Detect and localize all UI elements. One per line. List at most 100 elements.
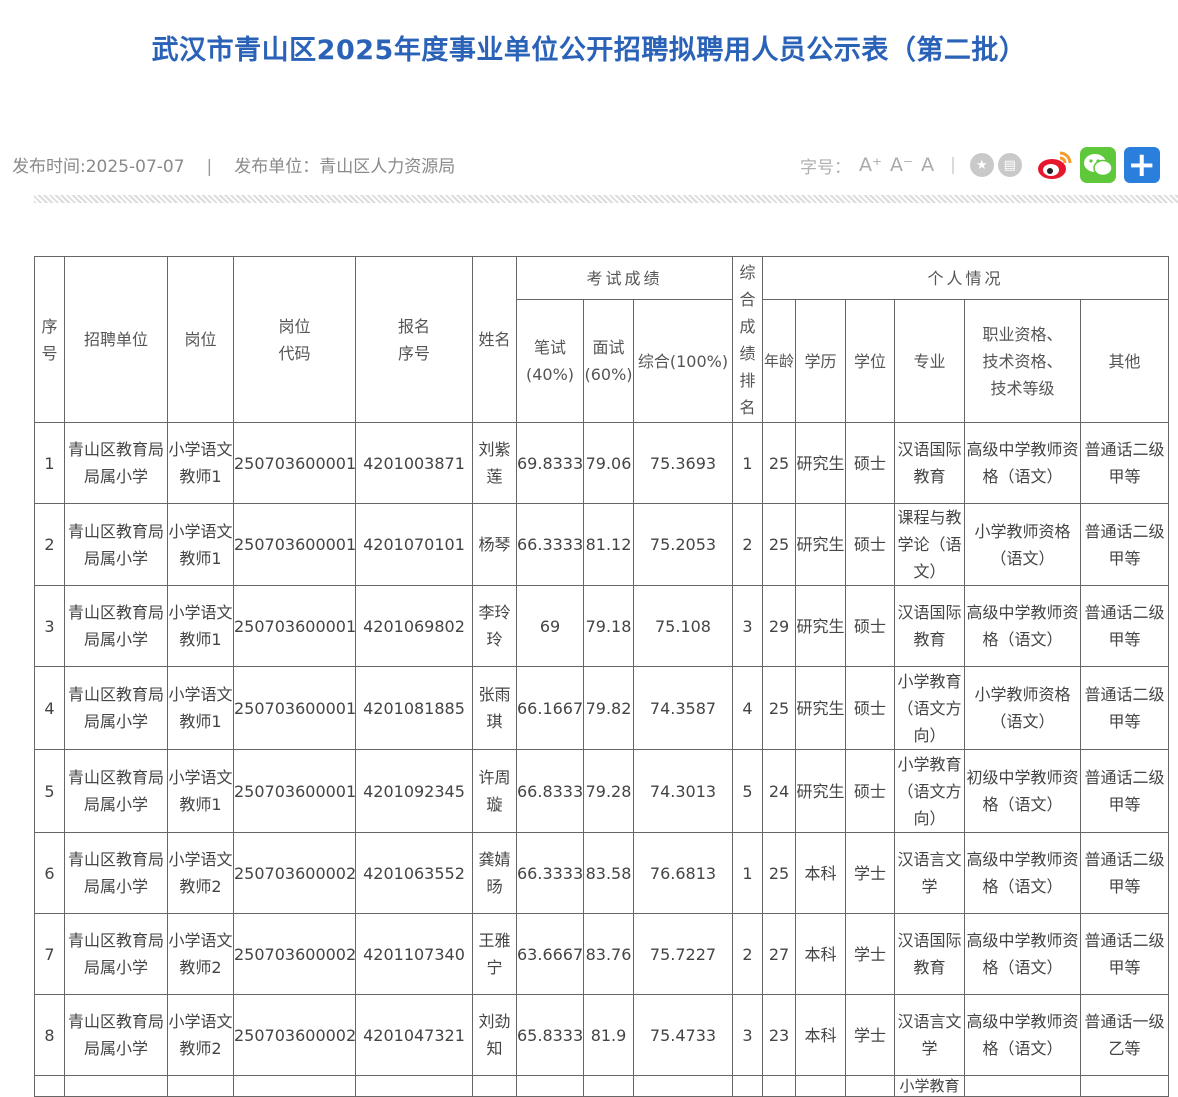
header-other: 其他 xyxy=(1079,299,1170,423)
cell-qualification: 高级中学教师资格（语文） xyxy=(964,422,1081,504)
cell-post: 小学语文教师2 xyxy=(167,994,234,1076)
cell-rank: 5 xyxy=(732,749,763,833)
cell-reg-no: 4201070101 xyxy=(355,503,473,586)
cell-major: 小学教育（语文方向） xyxy=(894,666,965,750)
cell-index: 6 xyxy=(34,832,65,914)
cell-degree: 硕士 xyxy=(845,422,895,504)
header-total: 综合(100%) xyxy=(633,299,733,423)
header-qualification: 职业资格、技术资格、技术等级 xyxy=(964,299,1081,423)
cell-unit: 青山区教育局局属小学 xyxy=(64,994,168,1076)
cell-age: 25 xyxy=(762,666,796,750)
header-major: 专业 xyxy=(894,299,965,423)
cell-reg-no: 4201003871 xyxy=(355,422,473,504)
font-normal-button[interactable]: A xyxy=(921,154,934,176)
star-icon[interactable]: ★ xyxy=(969,153,994,177)
cell-major: 小学教育 xyxy=(894,1075,965,1097)
cell-education: 研究生 xyxy=(795,666,846,750)
cell-education: 本科 xyxy=(795,913,846,995)
cell-other: 普通话二级甲等 xyxy=(1079,503,1170,586)
cell-total: 75.2053 xyxy=(633,503,733,586)
cell-written: 66.3333 xyxy=(516,503,584,586)
cell-total: 74.3013 xyxy=(633,749,733,833)
cell-qualification: 小学教师资格（语文） xyxy=(964,666,1081,750)
cell-rank: 2 xyxy=(732,503,763,586)
cell-post: 小学语文教师1 xyxy=(167,585,234,667)
cell-post xyxy=(167,1075,234,1097)
cell-unit: 青山区教育局局属小学 xyxy=(64,832,168,914)
cell-index: 5 xyxy=(34,749,65,833)
header-unit: 招聘单位 xyxy=(64,256,168,423)
cell-education: 研究生 xyxy=(795,749,846,833)
cell-reg-no xyxy=(355,1075,473,1097)
cell-other: 普通话二级甲等 xyxy=(1079,913,1170,995)
cell-written xyxy=(516,1075,584,1097)
cell-education: 研究生 xyxy=(795,585,846,667)
cell-post: 小学语文教师2 xyxy=(167,832,234,914)
header-rank: 综合成绩排名 xyxy=(732,256,763,423)
cell-written: 63.6667 xyxy=(516,913,584,995)
cell-rank: 1 xyxy=(732,422,763,504)
cell-education: 研究生 xyxy=(795,422,846,504)
cell-name: 李玲玲 xyxy=(472,585,517,667)
cell-name: 张雨琪 xyxy=(472,666,517,750)
cell-major: 汉语国际教育 xyxy=(894,913,965,995)
header-education: 学历 xyxy=(795,299,846,423)
cell-age: 25 xyxy=(762,832,796,914)
cell-rank: 3 xyxy=(732,994,763,1076)
cell-name: 杨琴 xyxy=(472,503,517,586)
font-small-button[interactable]: A⁻ xyxy=(890,154,913,176)
cell-major: 汉语言文学 xyxy=(894,832,965,914)
cell-qualification: 高级中学教师资格（语文） xyxy=(964,994,1081,1076)
cell-major: 汉语国际教育 xyxy=(894,422,965,504)
cell-degree: 学士 xyxy=(845,913,895,995)
cell-post: 小学语文教师1 xyxy=(167,422,234,504)
weibo-icon[interactable] xyxy=(1036,147,1072,183)
cell-written: 66.3333 xyxy=(516,832,584,914)
wechat-icon[interactable] xyxy=(1079,147,1116,183)
cell-total: 75.7227 xyxy=(633,913,733,995)
cell-other: 普通话二级甲等 xyxy=(1079,832,1170,914)
plus-share-icon[interactable]: + xyxy=(1123,147,1160,183)
cell-post-code: 250703600001 xyxy=(233,585,356,667)
cell-age: 25 xyxy=(762,503,796,586)
header-index: 序号 xyxy=(34,256,65,423)
cell-major: 小学教育（语文方向） xyxy=(894,749,965,833)
page-title: 武汉市青山区2025年度事业单位公开招聘拟聘用人员公示表（第二批） xyxy=(151,35,1027,66)
cell-post-code: 250703600002 xyxy=(233,994,356,1076)
cell-degree: 学士 xyxy=(845,832,895,914)
header-interview: 面试(60%) xyxy=(583,299,634,423)
cell-interview: 79.82 xyxy=(583,666,634,750)
font-large-button[interactable]: A⁺ xyxy=(859,154,882,176)
cell-major: 汉语言文学 xyxy=(894,994,965,1076)
cell-age: 25 xyxy=(762,422,796,504)
recruitment-table: 序号 招聘单位 岗位 岗位代码 报名序号 姓名 考试成绩 综合成绩排名 个人情况… xyxy=(34,256,1170,1097)
article-meta: 发布时间:2025-07-07 | 发布单位：青山区人力资源局 xyxy=(12,152,455,177)
cell-written: 66.8333 xyxy=(516,749,584,833)
cell-age: 24 xyxy=(762,749,796,833)
table-row: 小学教育 xyxy=(34,1075,1170,1097)
cell-degree: 硕士 xyxy=(845,585,895,667)
table-row: 4 青山区教育局局属小学 小学语文教师1 250703600001 4201081885… xyxy=(34,666,1170,750)
header-age: 年龄 xyxy=(762,299,796,423)
cell-index: 3 xyxy=(34,585,65,667)
print-icon[interactable]: ▤ xyxy=(997,153,1022,177)
cell-written: 69.8333 xyxy=(516,422,584,504)
divider xyxy=(34,195,1178,203)
table-row: 3 青山区教育局局属小学 小学语文教师1 250703600001 4201069802… xyxy=(34,585,1170,667)
cell-other: 普通话一级乙等 xyxy=(1079,994,1170,1076)
cell-qualification: 小学教师资格（语文） xyxy=(964,503,1081,586)
cell-age: 29 xyxy=(762,585,796,667)
table-row: 6 青山区教育局局属小学 小学语文教师2 250703600002 4201063552… xyxy=(34,832,1170,914)
toolbar-separator: | xyxy=(950,155,956,175)
cell-age xyxy=(762,1075,796,1097)
cell-post: 小学语文教师1 xyxy=(167,666,234,750)
header-exam: 考试成绩 xyxy=(516,256,733,300)
cell-rank: 4 xyxy=(732,666,763,750)
cell-reg-no: 4201081885 xyxy=(355,666,473,750)
cell-interview: 79.28 xyxy=(583,749,634,833)
font-size-label: 字号： xyxy=(800,157,851,178)
cell-name: 许周璇 xyxy=(472,749,517,833)
cell-total: 76.6813 xyxy=(633,832,733,914)
cell-total: 75.4733 xyxy=(633,994,733,1076)
cell-other: 普通话二级甲等 xyxy=(1079,666,1170,750)
